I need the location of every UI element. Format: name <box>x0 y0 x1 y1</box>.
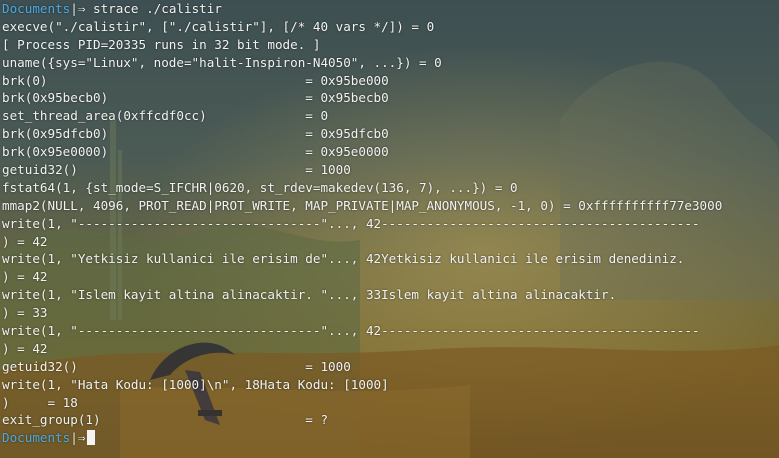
active-prompt-line[interactable]: Documents|⇒ <box>2 429 779 447</box>
output-line: fstat64(1, {st_mode=S_IFCHR|0620, st_rde… <box>2 179 518 195</box>
output-line: ) = 42 <box>2 269 48 285</box>
output-line: brk(0x95e0000) = 0x95e0000 <box>2 144 389 160</box>
output-line: write(1, "------------------------------… <box>2 323 700 339</box>
output-line: exit_group(1) = ? <box>2 412 329 428</box>
output-line: getuid32() = 1000 <box>2 162 351 178</box>
output-line: write(1, "Hata Kodu: [1000]\n", 18Hata K… <box>2 376 389 392</box>
output-line: ) = 42 <box>2 233 48 249</box>
prompt-directory: Documents <box>2 430 71 446</box>
output-line: brk(0x95becb0) = 0x95becb0 <box>2 90 389 106</box>
output-line: mmap2(NULL, 4096, PROT_READ|PROT_WRITE, … <box>2 197 723 213</box>
entered-command: strace ./calistir <box>93 1 222 16</box>
prompt-directory: Documents <box>2 1 71 16</box>
output-line: brk(0) = 0x95be000 <box>2 72 389 88</box>
output-line: write(1, "------------------------------… <box>2 215 700 231</box>
output-line: ) = 18 <box>2 394 78 410</box>
output-line: uname({sys="Linux", node="halit-Inspiron… <box>2 54 442 70</box>
terminal-window[interactable]: Documents|⇒ strace ./calistir execve("./… <box>0 0 779 458</box>
command-prompt-line: Documents|⇒ strace ./calistir <box>2 0 779 18</box>
output-line: brk(0x95dfcb0) = 0x95dfcb0 <box>2 126 389 142</box>
output-line: ) = 42 <box>2 340 48 356</box>
output-line: set_thread_area(0xffcdf0cc) = 0 <box>2 108 329 124</box>
prompt-separator: |⇒ <box>70 430 86 446</box>
output-line: write(1, "Islem kayit altina alinacaktir… <box>2 287 617 303</box>
output-line: [ Process PID=20335 runs in 32 bit mode.… <box>2 36 321 52</box>
output-line: write(1, "Yetkisiz kullanici ile erisim … <box>2 251 685 267</box>
output-line: getuid32() = 1000 <box>2 358 351 374</box>
output-line: ) = 33 <box>2 305 48 321</box>
text-cursor <box>87 430 96 446</box>
prompt-separator: |⇒ <box>70 1 86 16</box>
output-line: execve("./calistir", ["./calistir"], [/*… <box>2 18 435 34</box>
